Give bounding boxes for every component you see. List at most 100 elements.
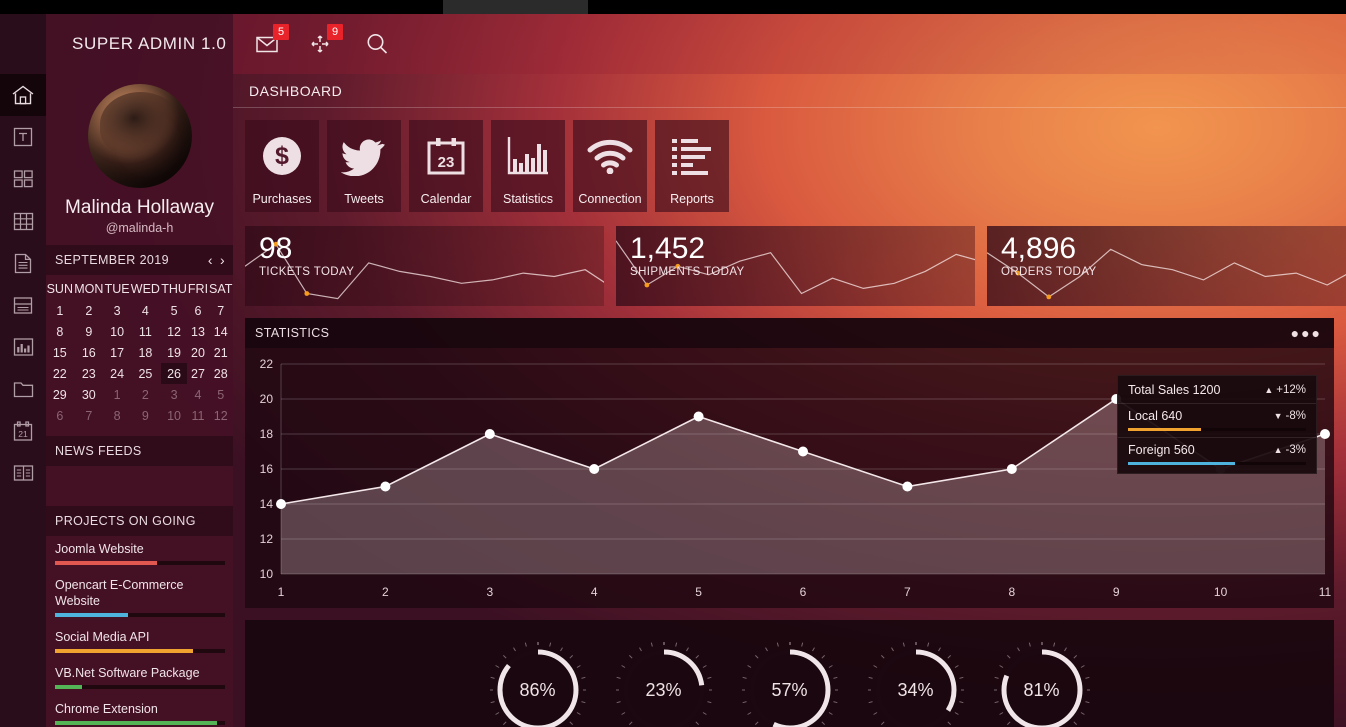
tooltip-bar-fill bbox=[1128, 428, 1201, 431]
tile-label: Connection bbox=[578, 192, 642, 206]
calendar-day[interactable]: 1 bbox=[46, 300, 74, 321]
calendar-day[interactable]: 22 bbox=[46, 363, 74, 384]
calendar-day[interactable]: 23 bbox=[74, 363, 104, 384]
calendar-day[interactable]: 11 bbox=[187, 405, 208, 426]
calendar-day[interactable]: 8 bbox=[46, 321, 74, 342]
calendar-day[interactable]: 14 bbox=[209, 321, 234, 342]
calendar-day[interactable]: 12 bbox=[209, 405, 234, 426]
calendar-day[interactable]: 17 bbox=[104, 342, 130, 363]
rail-item-docs[interactable] bbox=[0, 452, 46, 494]
ellipsis-icon[interactable]: ●●● bbox=[1291, 325, 1322, 341]
svg-text:10: 10 bbox=[1214, 585, 1228, 599]
calendar-day[interactable]: 25 bbox=[130, 363, 160, 384]
browser-tab[interactable] bbox=[443, 0, 588, 14]
calendar-day[interactable]: 15 bbox=[46, 342, 74, 363]
svg-text:2: 2 bbox=[382, 585, 389, 599]
rail-item-forms[interactable] bbox=[0, 284, 46, 326]
calendar-day[interactable]: 6 bbox=[46, 405, 74, 426]
project-item[interactable]: Chrome Extension bbox=[46, 696, 233, 727]
search-button[interactable] bbox=[355, 22, 399, 66]
caret-down-icon: ▼ bbox=[1273, 411, 1283, 421]
tile-connection[interactable]: Connection bbox=[573, 120, 647, 212]
rail-item-tables[interactable] bbox=[0, 200, 46, 242]
rail-item-files[interactable] bbox=[0, 368, 46, 410]
calendar-day[interactable]: 26 bbox=[160, 363, 188, 384]
messages-button[interactable]: 5 bbox=[247, 22, 291, 66]
gauge[interactable]: 23% bbox=[614, 641, 713, 727]
calendar-day[interactable]: 6 bbox=[187, 300, 208, 321]
calendar-day[interactable]: 12 bbox=[161, 321, 188, 342]
rail-item-charts[interactable] bbox=[0, 326, 46, 368]
calendar-day[interactable]: 3 bbox=[161, 384, 188, 405]
calendar-day[interactable]: 16 bbox=[74, 342, 104, 363]
gauge[interactable]: 81% bbox=[992, 641, 1091, 727]
calendar-day[interactable]: 10 bbox=[161, 405, 188, 426]
project-label: Opencart E-Commerce Website bbox=[55, 578, 184, 608]
project-progress-track bbox=[55, 613, 225, 617]
calendar-day[interactable]: 2 bbox=[74, 300, 104, 321]
calendar-day[interactable]: 28 bbox=[209, 363, 234, 384]
calendar-day[interactable]: 11 bbox=[130, 321, 160, 342]
statistics-chart[interactable]: 10 12 14 16 18 20 22 1 2 3 4 5 6 7 8 9 10 11 Total Sales … bbox=[245, 348, 1334, 608]
calendar-day[interactable]: 9 bbox=[74, 321, 104, 342]
calendar-day[interactable]: 21 bbox=[209, 342, 234, 363]
projects-list: Joomla Website Opencart E-Commerce Websit… bbox=[46, 536, 233, 727]
rail-item-pages[interactable] bbox=[0, 242, 46, 284]
kpi-value: 1,452 bbox=[630, 232, 706, 265]
project-item[interactable]: Social Media API bbox=[46, 624, 233, 660]
chevron-right-icon[interactable]: › bbox=[220, 252, 225, 268]
calendar-day[interactable]: 27 bbox=[187, 363, 208, 384]
tile-statistics[interactable]: Statistics bbox=[491, 120, 565, 212]
tile-purchases[interactable]: $ Purchases bbox=[245, 120, 319, 212]
collapse-button[interactable]: 9 bbox=[301, 22, 345, 66]
rail-item-calendar[interactable]: 21 bbox=[0, 410, 46, 452]
calendar-day[interactable]: 7 bbox=[209, 300, 234, 321]
rail-item-home[interactable] bbox=[0, 74, 46, 116]
calendar-day[interactable]: 8 bbox=[104, 405, 130, 426]
svg-text:18: 18 bbox=[260, 427, 274, 441]
calendar-day[interactable]: 20 bbox=[187, 342, 208, 363]
calendar-day[interactable]: 4 bbox=[187, 384, 208, 405]
calendar-day[interactable]: 9 bbox=[130, 405, 160, 426]
kpi-value: 4,896 bbox=[1001, 232, 1077, 265]
chevron-left-icon[interactable]: ‹ bbox=[208, 252, 213, 268]
project-label: Social Media API bbox=[55, 630, 150, 644]
calendar-day[interactable]: 30 bbox=[74, 384, 104, 405]
collapse-badge: 9 bbox=[327, 24, 343, 40]
main-content: DASHBOARD $ Purchases Tweets 23 Calendar… bbox=[233, 74, 1346, 727]
calendar-day[interactable]: 2 bbox=[130, 384, 160, 405]
project-item[interactable]: VB.Net Software Package bbox=[46, 660, 233, 696]
kpi-label: ORDERS TODAY bbox=[1001, 266, 1097, 278]
kpi-card[interactable]: 1,452 SHIPMENTS TODAY bbox=[616, 226, 975, 306]
calendar-day[interactable]: 13 bbox=[187, 321, 208, 342]
project-item[interactable]: Joomla Website bbox=[46, 536, 233, 572]
statistics-panel: STATISTICS ●●● 10 12 14 16 18 20 22 1 2 3 4 5 6 7 8 9 10… bbox=[245, 318, 1334, 608]
calendar-day[interactable]: 19 bbox=[161, 342, 188, 363]
calendar-day[interactable]: 1 bbox=[104, 384, 130, 405]
rail-item-typography[interactable] bbox=[0, 116, 46, 158]
project-item[interactable]: Opencart E-Commerce Website bbox=[46, 572, 233, 624]
calendar-day[interactable]: 18 bbox=[130, 342, 160, 363]
kpi-card[interactable]: 98 TICKETS TODAY bbox=[245, 226, 604, 306]
gauge[interactable]: 86% bbox=[488, 641, 587, 727]
calendar-day[interactable]: 7 bbox=[74, 405, 104, 426]
calendar-day[interactable]: 3 bbox=[104, 300, 130, 321]
calendar-day[interactable]: 29 bbox=[46, 384, 74, 405]
tile-tweets[interactable]: Tweets bbox=[327, 120, 401, 212]
rail-item-widgets[interactable] bbox=[0, 158, 46, 200]
project-progress-track bbox=[55, 649, 225, 653]
calendar-day[interactable]: 24 bbox=[104, 363, 130, 384]
calendar-day[interactable]: 5 bbox=[209, 384, 234, 405]
avatar[interactable] bbox=[87, 84, 192, 188]
tile-reports[interactable]: Reports bbox=[655, 120, 729, 212]
gauge[interactable]: 34% bbox=[866, 641, 965, 727]
tile-calendar[interactable]: 23 Calendar bbox=[409, 120, 483, 212]
calendar-weekday: FRI bbox=[187, 282, 209, 296]
calendar-day[interactable]: 10 bbox=[104, 321, 130, 342]
calendar-day[interactable]: 4 bbox=[130, 300, 160, 321]
calendar-day[interactable]: 5 bbox=[161, 300, 188, 321]
tile-label: Statistics bbox=[502, 192, 553, 206]
gauge[interactable]: 57% bbox=[740, 641, 839, 727]
kpi-card[interactable]: 4,896 ORDERS TODAY bbox=[987, 226, 1346, 306]
project-progress-fill bbox=[55, 649, 193, 653]
